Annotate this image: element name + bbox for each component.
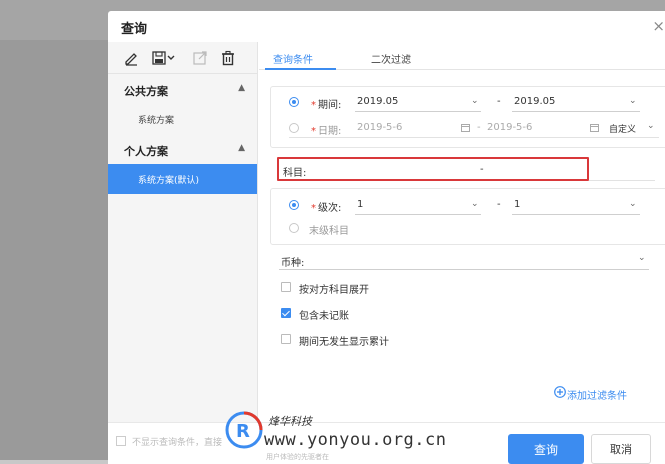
active-tab-indicator [265, 68, 336, 70]
query-dialog: 查询 × 公共方案 ▲ 系统方案 个人方案 ▲ 系统方案(默认) 查询条件 二次… [108, 11, 665, 464]
period-dash: - [497, 96, 501, 107]
query-button[interactable]: 查询 [508, 434, 584, 464]
date-radio[interactable] [289, 123, 299, 133]
currency-label: 币种: [281, 258, 305, 269]
tab-bar: 查询条件 二次过滤 [259, 42, 665, 70]
subject-dash: - [480, 164, 484, 175]
scheme-toolbar [108, 42, 257, 74]
level-from-chevron-icon[interactable]: ⌄ [471, 199, 479, 209]
period-from-chevron-icon[interactable]: ⌄ [471, 96, 479, 106]
edit-icon[interactable] [123, 50, 139, 66]
collapse-caret-icon[interactable]: ▲ [238, 143, 245, 153]
level-label: * 级次: [311, 203, 342, 214]
subject-label: 科目: [283, 168, 307, 179]
delete-icon[interactable] [220, 50, 236, 66]
level-dash: - [497, 199, 501, 210]
watermark-subtitle: 用户体验的先驱者在 [266, 453, 329, 461]
scheme-panel: 公共方案 ▲ 系统方案 个人方案 ▲ 系统方案(默认) [108, 42, 258, 464]
level-to-value[interactable]: 1 [514, 199, 520, 210]
show-cumulative-checkbox[interactable] [281, 334, 291, 344]
include-unposted-label: 包含未记账 [299, 311, 349, 322]
tab-query-conditions[interactable]: 查询条件 [273, 51, 313, 66]
scheme-item-system[interactable]: 系统方案 [108, 104, 257, 134]
personal-schemes-header[interactable]: 个人方案 ▲ [108, 134, 257, 164]
dialog-header: 查询 × [108, 11, 665, 42]
cancel-button[interactable]: 取消 [591, 434, 651, 464]
period-label: * 期间: [311, 100, 342, 111]
public-schemes-title: 公共方案 [124, 85, 168, 98]
hide-conditions-checkbox[interactable] [116, 436, 126, 446]
watermark-url: www.yonyou.org.cn [264, 430, 447, 450]
period-to-value[interactable]: 2019.05 [514, 96, 555, 107]
level-group: * 级次: 1 ⌄ - 1 ⌄ 末级科目 [270, 188, 665, 245]
close-icon[interactable]: × [652, 17, 665, 35]
level-from-value[interactable]: 1 [357, 199, 363, 210]
date-range-chevron-icon[interactable]: ⌄ [647, 121, 655, 131]
query-panel: 查询条件 二次过滤 * 期间: 2019.05 ⌄ - 2019.05 ⌄ * 日期… [259, 42, 665, 422]
scheme-item-system-default[interactable]: 系统方案(默认) [108, 164, 257, 194]
export-icon[interactable] [192, 50, 208, 66]
date-label: * 日期: [311, 126, 342, 137]
tab-secondary-filter[interactable]: 二次过滤 [371, 51, 411, 66]
dialog-title: 查询 [121, 22, 148, 37]
period-radio[interactable] [289, 97, 299, 107]
currency-chevron-icon[interactable]: ⌄ [638, 253, 646, 263]
expand-by-counter-subject-checkbox[interactable] [281, 282, 291, 292]
leaf-subject-radio[interactable] [289, 223, 299, 233]
public-schemes-header[interactable]: 公共方案 ▲ [108, 74, 257, 104]
currency-select[interactable] [279, 269, 649, 270]
show-cumulative-label: 期间无发生显示累计 [299, 337, 389, 348]
svg-text:R: R [236, 421, 250, 442]
period-date-group: * 期间: 2019.05 ⌄ - 2019.05 ⌄ * 日期: 2019-5-6… [270, 86, 665, 148]
level-radio[interactable] [289, 200, 299, 210]
collapse-caret-icon[interactable]: ▲ [238, 83, 245, 93]
save-icon[interactable] [151, 50, 167, 66]
level-to-chevron-icon[interactable]: ⌄ [629, 199, 637, 209]
date-from-value[interactable]: 2019-5-6 [357, 122, 402, 133]
leaf-subject-label: 末级科目 [309, 226, 349, 237]
period-from-value[interactable]: 2019.05 [357, 96, 398, 107]
date-dash: - [477, 122, 481, 133]
personal-schemes-title: 个人方案 [124, 145, 168, 158]
date-to-value[interactable]: 2019-5-6 [487, 122, 532, 133]
save-dropdown-chevron-icon[interactable] [166, 50, 176, 66]
subject-field-highlight[interactable]: 科目: - [277, 157, 589, 181]
date-range-option[interactable]: 自定义 [609, 122, 636, 135]
watermark-logo: R [225, 411, 263, 449]
expand-by-counter-subject-label: 按对方科目展开 [299, 285, 369, 296]
plus-circle-icon[interactable] [554, 386, 566, 398]
add-filter-link[interactable]: 添加过滤条件 [567, 387, 627, 402]
calendar-icon[interactable] [461, 123, 470, 132]
hide-conditions-label: 不显示查询条件，直接 [132, 438, 223, 448]
include-unposted-checkbox[interactable] [281, 308, 291, 318]
period-to-chevron-icon[interactable]: ⌄ [629, 96, 637, 106]
watermark-brand: 烽华科技 [268, 415, 312, 428]
calendar-icon[interactable] [590, 123, 599, 132]
